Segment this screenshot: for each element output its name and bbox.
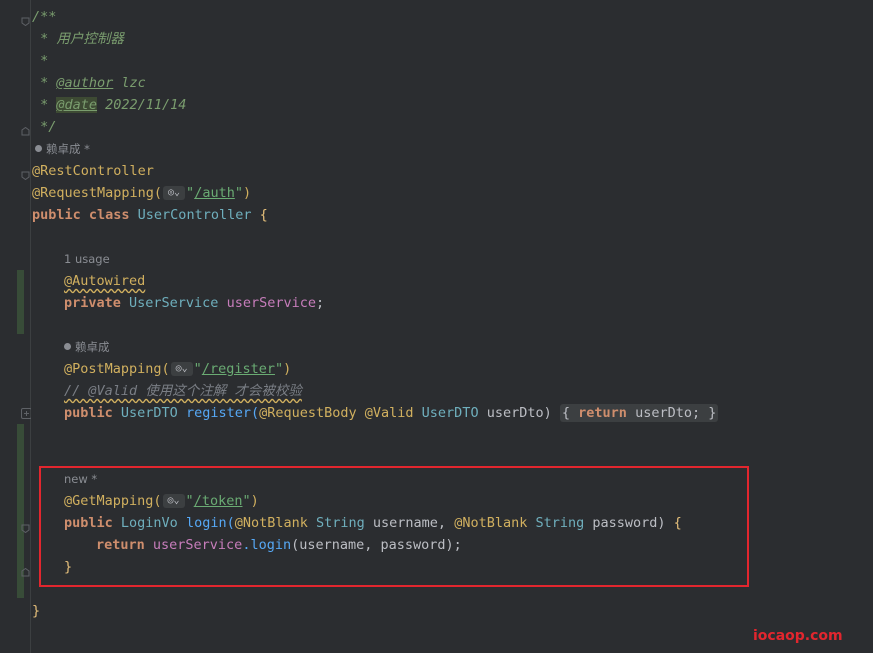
code-line: */: [32, 116, 56, 138]
annotation[interactable]: @Autowired: [64, 273, 145, 289]
keyword: public class: [32, 207, 138, 223]
code-line: @RestController: [32, 160, 154, 182]
code-line: @PostMapping(◎⌄ "/register"): [64, 358, 291, 380]
annotation[interactable]: @Valid: [357, 405, 422, 421]
fold-icon[interactable]: [21, 562, 30, 577]
field-name[interactable]: userService: [218, 295, 316, 311]
string-literal: ": [186, 185, 195, 201]
code-line: private UserService userService;: [64, 292, 324, 314]
user-icon: [64, 343, 71, 350]
param-name: userDto: [478, 405, 544, 421]
doc-comment: * 用户控制器: [32, 31, 124, 47]
brace: {: [251, 207, 268, 223]
fold-icon[interactable]: [21, 165, 30, 181]
brace: {: [561, 405, 571, 421]
doc-tag-author[interactable]: @author: [56, 75, 113, 91]
doc-comment: *: [32, 75, 57, 91]
code-line: @Autowired: [64, 270, 145, 292]
return-value: userDto;: [635, 405, 701, 421]
doc-tag-date[interactable]: @date: [56, 97, 98, 113]
paren: ): [283, 361, 292, 377]
paren: ): [242, 185, 252, 201]
keyword: return: [578, 405, 636, 421]
paren: ): [543, 405, 552, 421]
editor-gutter: [0, 0, 31, 653]
code-line: /**: [32, 6, 56, 28]
user-icon: [35, 145, 42, 152]
annotation[interactable]: @RequestBody: [259, 405, 357, 421]
doc-comment: lzc: [113, 75, 146, 91]
code-line: * @date 2022/11/14: [32, 94, 186, 116]
code-line: * @author lzc: [32, 72, 146, 94]
doc-comment: *: [32, 53, 49, 69]
fold-icon[interactable]: [21, 121, 30, 136]
fold-icon[interactable]: [21, 11, 30, 27]
watermark: iocaop.com: [753, 628, 843, 644]
type-name[interactable]: UserDTO: [422, 405, 479, 421]
brace: }: [32, 603, 41, 619]
class-name[interactable]: UserController: [138, 207, 252, 223]
hint-text: 赖卓成 *: [46, 142, 90, 156]
type-name[interactable]: UserService: [129, 295, 218, 311]
keyword: public: [64, 405, 121, 421]
annotation[interactable]: @RestController: [32, 163, 154, 179]
code-line: public UserDTO register(@RequestBody @Va…: [64, 402, 719, 424]
type-name[interactable]: UserDTO: [121, 405, 178, 421]
string-literal: ": [234, 185, 243, 201]
highlight-box: [39, 466, 749, 587]
globe-icon[interactable]: ◎⌄: [170, 362, 193, 376]
url-path-link[interactable]: /register: [202, 361, 275, 377]
doc-comment: 2022/11/14: [97, 97, 187, 113]
annotation[interactable]: @RequestMapping(: [32, 185, 162, 201]
string-literal: ": [193, 361, 202, 377]
inlay-hint-author[interactable]: 赖卓成 *: [35, 138, 90, 160]
code-line: * 用户控制器: [32, 28, 124, 50]
annotation[interactable]: @PostMapping(: [64, 361, 170, 377]
hint-text: 赖卓成: [75, 340, 110, 354]
folded-code-block[interactable]: { return userDto; }: [559, 404, 719, 422]
doc-comment: /**: [32, 9, 57, 25]
inlay-hint-author[interactable]: 赖卓成: [64, 336, 110, 358]
code-line: }: [32, 600, 40, 622]
line-comment: // @Valid 使用这个注解 才会被校验: [64, 383, 302, 399]
brace: }: [708, 405, 717, 421]
globe-icon[interactable]: ◎⌄: [163, 186, 186, 200]
code-line: // @Valid 使用这个注解 才会被校验: [64, 380, 302, 402]
method-name[interactable]: register(: [178, 405, 259, 421]
code-line: @RequestMapping(◎⌄ "/auth"): [32, 182, 251, 204]
keyword: private: [64, 295, 130, 311]
doc-comment: */: [32, 119, 57, 135]
string-literal: ": [274, 361, 284, 377]
code-line: public class UserController {: [32, 204, 268, 226]
inlay-hint-usage[interactable]: 1 usage: [64, 248, 110, 270]
url-path-link[interactable]: /auth: [194, 185, 235, 201]
punctuation: ;: [315, 295, 325, 311]
doc-comment: *: [32, 97, 57, 113]
fold-icon[interactable]: [21, 518, 30, 534]
vcs-change-marker[interactable]: [17, 270, 24, 334]
hint-text: 1 usage: [64, 252, 110, 266]
code-line: *: [32, 50, 48, 72]
